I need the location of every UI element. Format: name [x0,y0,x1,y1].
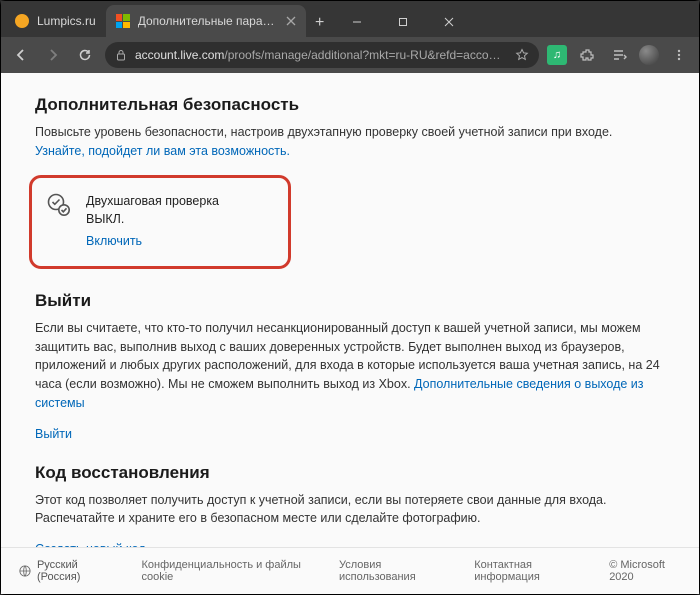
lock-icon [115,49,127,61]
url-text: account.live.com/proofs/manage/additiona… [135,48,507,62]
language-selector[interactable]: Русский (Россия) [19,559,111,583]
window-maximize[interactable] [380,7,426,37]
tabstrip: Lumpics.ru Дополнительные параметры б… + [1,1,699,37]
signout-body: Если вы считаете, что кто-то получил нес… [35,319,665,413]
two-step-status: ВЫКЛ. [86,210,219,228]
favicon-lumpics [15,14,29,28]
favicon-microsoft [116,14,130,28]
security-heading: Дополнительная безопасность [35,95,665,115]
nav-reload[interactable] [73,43,97,67]
security-learn-more-link[interactable]: Узнайте, подойдет ли вам эта возможность… [35,144,290,158]
two-step-text: Двухшаговая проверка ВЫКЛ. Включить [86,192,219,250]
extension-green[interactable]: ♫ [547,45,567,65]
two-step-card: Двухшаговая проверка ВЫКЛ. Включить [29,175,291,269]
page-footer: Русский (Россия) Конфиденциальность и фа… [1,547,699,594]
globe-icon [19,564,31,578]
close-icon[interactable] [286,16,296,26]
footer-copyright: © Microsoft 2020 [609,559,681,583]
browser-window: Lumpics.ru Дополнительные параметры б… +… [0,0,700,595]
reading-list-icon[interactable] [607,43,631,67]
address-bar: account.live.com/proofs/manage/additiona… [1,37,699,73]
tab-lumpics[interactable]: Lumpics.ru [5,5,106,37]
profile-avatar[interactable] [639,45,659,65]
page-content: Дополнительная безопасность Повысьте уро… [1,73,699,594]
extensions-icon[interactable] [575,43,599,67]
signout-action-link[interactable]: Выйти [35,427,665,441]
new-tab-button[interactable]: + [306,9,334,37]
nav-back[interactable] [9,43,33,67]
tab-active[interactable]: Дополнительные параметры б… [106,5,306,37]
security-intro: Повысьте уровень безопасности, настроив … [35,123,665,161]
signout-heading: Выйти [35,291,665,311]
recovery-heading: Код восстановления [35,463,665,483]
star-icon[interactable] [515,48,529,62]
menu-icon[interactable] [667,43,691,67]
window-minimize[interactable] [334,7,380,37]
two-step-title: Двухшаговая проверка [86,192,219,210]
two-step-enable-link[interactable]: Включить [86,232,219,250]
nav-forward [41,43,65,67]
two-step-icon [46,192,72,218]
recovery-body: Этот код позволяет получить доступ к уче… [35,491,665,529]
footer-privacy-link[interactable]: Конфиденциальность и файлы cookie [141,559,309,583]
footer-terms-link[interactable]: Условия использования [339,559,444,583]
tab-label: Lumpics.ru [37,14,96,28]
window-close[interactable] [426,7,472,37]
tab-label: Дополнительные параметры б… [138,14,278,28]
footer-contact-link[interactable]: Контактная информация [474,559,583,583]
url-box[interactable]: account.live.com/proofs/manage/additiona… [105,42,539,68]
